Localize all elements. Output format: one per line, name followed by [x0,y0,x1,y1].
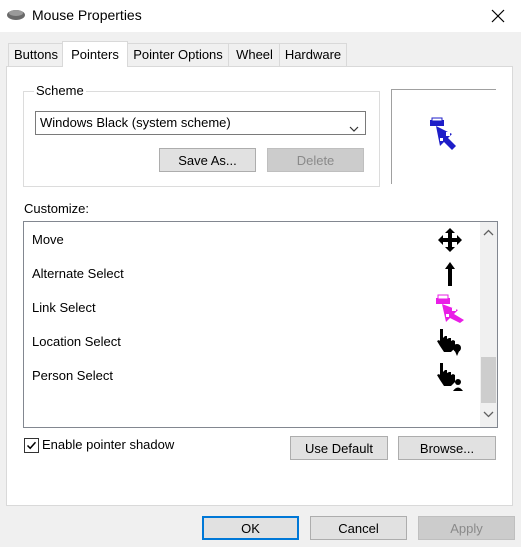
use-default-button[interactable]: Use Default [290,436,388,460]
apply-button[interactable]: Apply [418,516,515,540]
tab-wheel[interactable]: Wheel [228,43,281,66]
list-item-move[interactable]: Move [24,223,473,257]
scheme-dropdown[interactable]: Windows Black (system scheme) [35,111,366,135]
mouse-icon [6,8,26,25]
scroll-down-arrow[interactable] [480,406,497,423]
ok-button[interactable]: OK [202,516,299,540]
window-title: Mouse Properties [32,7,142,23]
pointers-panel: Scheme Windows Black (system scheme) Sav… [6,66,513,506]
link-select-cursor-icon [436,294,464,323]
chevron-down-icon [483,411,494,418]
cursor-preview [391,89,496,184]
delete-button[interactable]: Delete [267,148,364,172]
list-item-label: Link Select [32,300,96,315]
tab-buttons[interactable]: Buttons [8,43,64,66]
close-button[interactable] [475,0,521,32]
list-item-alternate-select[interactable]: Alternate Select [24,257,473,291]
save-as-button[interactable]: Save As... [159,148,256,172]
preview-cursor-icon [430,117,456,150]
browse-button[interactable]: Browse... [398,436,496,460]
pointer-shadow-label: Enable pointer shadow [42,437,175,452]
cancel-button[interactable]: Cancel [310,516,407,540]
title-bar: Mouse Properties [0,0,521,32]
list-item-label: Location Select [32,334,121,349]
list-item-label: Move [32,232,64,247]
checkmark-icon [26,441,37,450]
list-item-label: Person Select [32,368,113,383]
close-icon [491,9,505,23]
location-select-cursor-icon [437,329,461,356]
list-item-person-select[interactable]: Person Select [24,359,473,393]
scheme-dropdown-value: Windows Black (system scheme) [40,115,231,130]
scroll-up-arrow[interactable] [480,224,497,241]
pointer-shadow-checkbox[interactable] [24,438,39,453]
tab-hardware[interactable]: Hardware [279,43,347,66]
up-arrow-cursor-icon [445,262,455,286]
list-item-label: Alternate Select [32,266,124,281]
chevron-down-icon [349,118,359,140]
scheme-group: Scheme Windows Black (system scheme) Sav… [23,83,380,187]
cursor-list[interactable]: Move Alternate Select Link Select Locati… [23,221,498,428]
chevron-up-icon [483,229,494,236]
list-scrollbar[interactable] [480,222,497,427]
tab-pointer-options[interactable]: Pointer Options [126,43,230,66]
person-select-cursor-icon [437,363,463,391]
scroll-thumb[interactable] [481,357,496,403]
list-item-location-select[interactable]: Location Select [24,325,473,359]
tab-pointers[interactable]: Pointers [62,41,128,67]
list-item-link-select[interactable]: Link Select [24,291,473,325]
move-cursor-icon [438,228,462,252]
scheme-label: Scheme [34,83,86,98]
customize-label: Customize: [24,201,90,216]
